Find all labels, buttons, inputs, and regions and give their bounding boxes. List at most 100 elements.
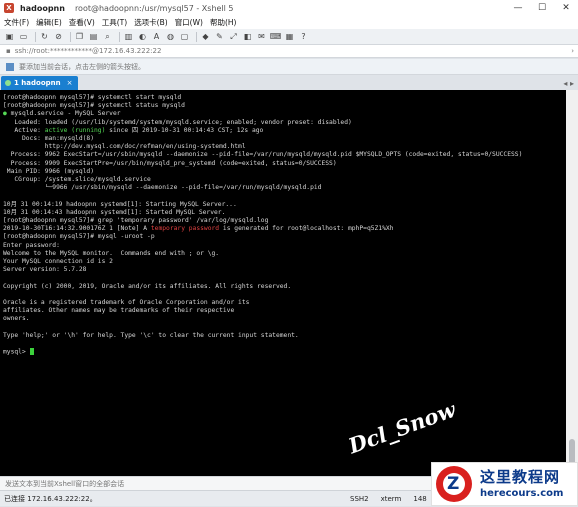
search-icon[interactable]: ⌕ bbox=[102, 31, 113, 42]
reconnect-icon[interactable]: ↻ bbox=[39, 31, 50, 42]
terminal-line: [root@hadoopnn mysql57]# systemctl start… bbox=[3, 94, 566, 102]
copy-icon[interactable]: ❐ bbox=[74, 31, 85, 42]
tab-nav-icon[interactable]: ◂ ▸ bbox=[563, 79, 574, 88]
font-icon[interactable]: A bbox=[151, 31, 162, 42]
lock-icon[interactable]: ▢ bbox=[179, 31, 190, 42]
address-lock-icon: ▪ bbox=[6, 47, 11, 55]
toolbar: ▣ ▭ ↻ ⊘ ❐ ▤ ⌕ ▥ ◐ A ◍ ▢ ◆ ✎ ⤢ ◧ ✉ ⌨ ▦ ? bbox=[0, 29, 578, 45]
terminal-text: Your MySQL connection id is 2 bbox=[3, 258, 113, 266]
terminal-line: ● mysqld.service - MySQL Server bbox=[3, 110, 566, 118]
connection-status: 已连接 172.16.43.222:22。 bbox=[4, 494, 97, 503]
minimize-button[interactable]: — bbox=[506, 0, 530, 16]
terminal-text: Docs: man:mysqld(8) bbox=[3, 135, 94, 143]
terminal-text: 10月 31 00:14:43 hadoopnn systemd[1]: Sta… bbox=[3, 208, 226, 216]
address-go-icon[interactable]: › bbox=[571, 47, 574, 55]
color-scheme-icon[interactable]: ◐ bbox=[137, 31, 148, 42]
terminal-line: 2019-10-30T16:14:32.900176Z 1 [Note] A t… bbox=[3, 225, 566, 233]
status-bullet: ● bbox=[3, 110, 11, 118]
menu-view[interactable]: 查看(V) bbox=[69, 17, 95, 28]
terminal-line: Process: 9909 ExecStartPre=/usr/bin/mysq… bbox=[3, 160, 566, 168]
window-subtitle: root@hadoopnn:/usr/mysql57 - Xshell 5 bbox=[74, 3, 234, 13]
new-session-icon[interactable]: ▣ bbox=[4, 31, 15, 42]
title-bar: X hadoopnn root@hadoopnn:/usr/mysql57 - … bbox=[0, 0, 578, 16]
terminal-cursor bbox=[29, 348, 34, 356]
terminal-text: Server version: 5.7.28 bbox=[3, 266, 87, 274]
tile-windows-icon[interactable]: ▦ bbox=[284, 31, 295, 42]
terminal-type-status: xterm bbox=[380, 495, 402, 503]
close-button[interactable]: ✕ bbox=[554, 0, 578, 16]
xftp-icon[interactable]: ◆ bbox=[200, 31, 211, 42]
terminal-line: Type 'help;' or '\h' for help. Type '\c'… bbox=[3, 332, 566, 340]
terminal-text: 10月 31 00:14:19 hadoopnn systemd[1]: Sta… bbox=[3, 200, 237, 208]
menu-window[interactable]: 窗口(W) bbox=[175, 17, 203, 28]
disconnect-icon[interactable]: ⊘ bbox=[53, 31, 64, 42]
terminal-scrollbar[interactable] bbox=[566, 90, 578, 476]
terminal-text: Process: 9962 ExecStart=/usr/sbin/mysqld… bbox=[3, 151, 523, 159]
compose-icon[interactable]: ✉ bbox=[256, 31, 267, 42]
bookmark-icon[interactable] bbox=[6, 62, 14, 71]
fullscreen-icon[interactable]: ⤢ bbox=[228, 31, 239, 42]
terminal-line: Loaded: loaded (/usr/lib/systemd/system/… bbox=[3, 119, 566, 127]
terminal-line: [root@hadoopnn mysql57]# systemctl statu… bbox=[3, 102, 566, 110]
protocol-status: SSH2 bbox=[350, 495, 369, 503]
toolbar-separator bbox=[35, 31, 36, 42]
menu-tabs[interactable]: 选项卡(B) bbox=[134, 17, 168, 28]
send-text-input[interactable] bbox=[5, 479, 405, 488]
status-right: SSH2 xterm 148 bbox=[350, 491, 439, 507]
terminal-lines: [root@hadoopnn mysql57]# systemctl start… bbox=[3, 94, 566, 357]
tab-close-icon[interactable]: × bbox=[67, 79, 73, 87]
terminal-line: affiliates. Other names may be trademark… bbox=[3, 307, 566, 315]
open-folder-icon[interactable]: ▭ bbox=[18, 31, 29, 42]
terminal-highlight: active (running) bbox=[44, 126, 106, 134]
terminal-line: Oracle is a registered trademark of Orac… bbox=[3, 299, 566, 307]
terminal-line: Server version: 5.7.28 bbox=[3, 266, 566, 274]
menu-tools[interactable]: 工具(T) bbox=[102, 17, 127, 28]
keyboard-icon[interactable]: ⌨ bbox=[270, 31, 282, 42]
logo-emblem-icon: Z bbox=[436, 466, 472, 502]
print-icon[interactable]: ▥ bbox=[123, 31, 134, 42]
terminal-line: [root@hadoopnn mysql57]# grep 'temporary… bbox=[3, 217, 566, 225]
session-hint-bar: 要添加当前会话，点击左侧的箭头按钮。 bbox=[0, 59, 578, 75]
terminal-line: Your MySQL connection id is 2 bbox=[3, 258, 566, 266]
terminal-line: 10月 31 00:14:43 hadoopnn systemd[1]: Sta… bbox=[3, 209, 566, 217]
toolbar-separator bbox=[119, 31, 120, 42]
connected-status-icon bbox=[5, 80, 11, 86]
terminal-line: Process: 9962 ExecStart=/usr/sbin/mysqld… bbox=[3, 151, 566, 159]
terminal-line: Copyright (c) 2000, 2019, Oracle and/or … bbox=[3, 283, 566, 291]
terminal-text: Type 'help;' or '\h' for help. Type '\c'… bbox=[3, 331, 299, 339]
terminal-line: Welcome to the MySQL monitor. Commands e… bbox=[3, 250, 566, 258]
terminal-line: Active: active (running) since 四 2019-10… bbox=[3, 127, 566, 135]
menu-edit[interactable]: 编辑(E) bbox=[36, 17, 62, 28]
window-name: hadoopnn bbox=[20, 3, 65, 13]
terminal-text: Loaded: loaded (/usr/lib/systemd/system/… bbox=[3, 118, 352, 126]
maximize-button[interactable]: ☐ bbox=[530, 0, 554, 16]
terminal-line: 10月 31 00:14:19 hadoopnn systemd[1]: Sta… bbox=[3, 201, 566, 209]
tab-hadoopnn[interactable]: 1 hadoopnn × bbox=[1, 76, 78, 90]
terminal-text: [root@hadoopnn mysql57]# systemctl start… bbox=[3, 94, 182, 101]
terminal-line: owners. bbox=[3, 315, 566, 323]
terminal-line: CGroup: /system.slice/mysqld.service bbox=[3, 176, 566, 184]
terminal-text: [root@hadoopnn mysql57]# mysql -uroot -p bbox=[3, 233, 155, 241]
menu-file[interactable]: 文件(F) bbox=[4, 17, 29, 28]
terminal-text: http://dev.mysql.com/doc/refman/en/using… bbox=[3, 143, 246, 151]
terminal-text: mysqld.service - MySQL Server bbox=[10, 110, 121, 118]
paste-icon[interactable]: ▤ bbox=[88, 31, 99, 42]
script-icon[interactable]: ✎ bbox=[214, 31, 225, 42]
globe-icon[interactable]: ◍ bbox=[165, 31, 176, 42]
terminal-highlight: temporary password bbox=[150, 225, 220, 233]
terminal-text: └─9966 /usr/sbin/mysqld --daemonize --pi… bbox=[3, 184, 322, 192]
terminal-text: 2019-10-30T16:14:32.900176Z 1 [Note] A bbox=[3, 225, 151, 233]
terminal-area[interactable]: [root@hadoopnn mysql57]# systemctl start… bbox=[0, 90, 566, 476]
terminal-text: owners. bbox=[3, 315, 30, 323]
address-input[interactable] bbox=[14, 47, 535, 55]
transparency-icon[interactable]: ◧ bbox=[242, 31, 253, 42]
terminal-line: [root@hadoopnn mysql57]# mysql -uroot -p bbox=[3, 233, 566, 241]
menu-help[interactable]: 帮助(H) bbox=[210, 17, 237, 28]
logo-url-text: herecours.com bbox=[480, 488, 564, 499]
terminal-line: Enter password: bbox=[3, 242, 566, 250]
terminal-text: Oracle is a registered trademark of Orac… bbox=[3, 299, 250, 307]
help-icon[interactable]: ? bbox=[298, 31, 309, 42]
